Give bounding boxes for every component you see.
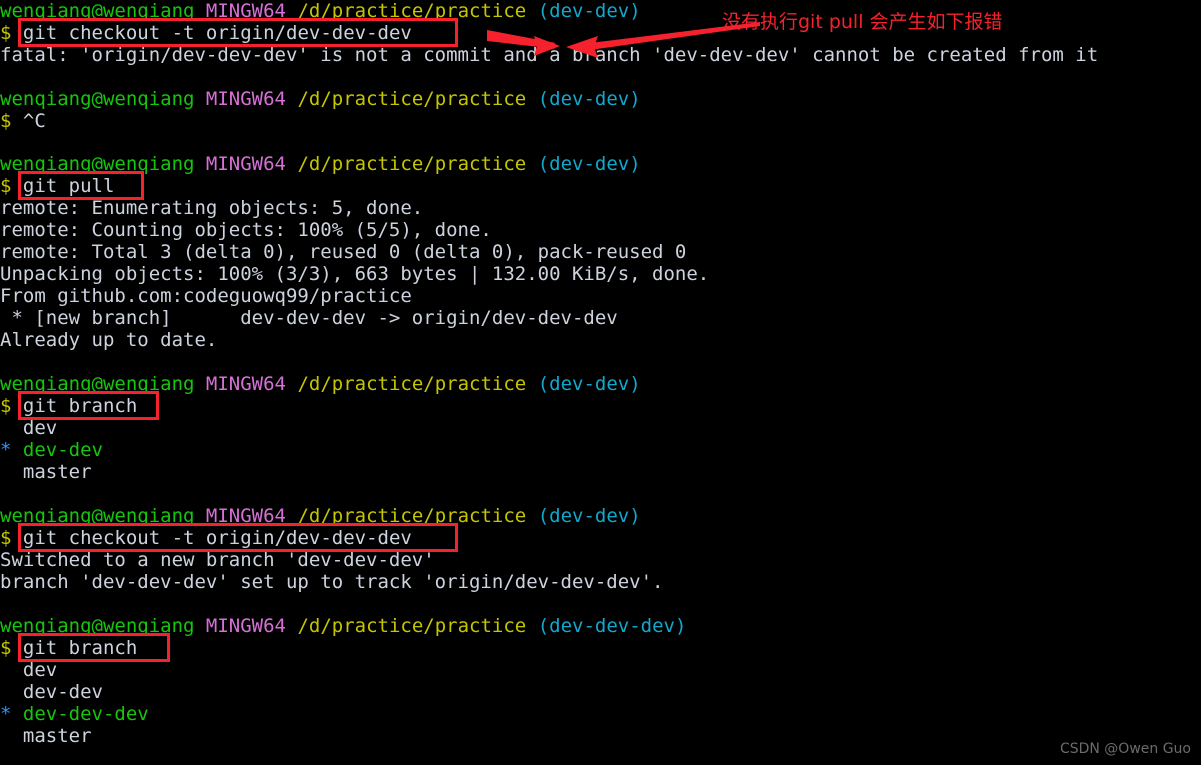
output-line: branch 'dev-dev-dev' set up to track 'or… xyxy=(0,571,664,593)
branch-list-item: master xyxy=(0,461,92,483)
branch-name: dev-dev-dev xyxy=(22,703,149,725)
prompt-symbol: $ xyxy=(0,395,12,417)
prompt-branch: (dev-dev-dev) xyxy=(537,615,687,637)
prompt-path: /d/practice/practice xyxy=(297,373,527,395)
prompt-shell: MINGW64 xyxy=(205,0,286,22)
prompt-branch: (dev-dev) xyxy=(537,153,641,175)
prompt-path: /d/practice/practice xyxy=(297,615,527,637)
current-branch-star-icon: * xyxy=(0,439,12,461)
prompt-symbol: $ xyxy=(0,175,12,197)
command-gap xyxy=(11,22,22,44)
prompt-user: wenqiang@wenqiang xyxy=(0,505,195,527)
output-line: * [new branch] dev-dev-dev -> origin/dev… xyxy=(0,307,618,329)
prompt-space-2 xyxy=(286,0,297,22)
branch-name: dev-dev xyxy=(22,439,103,461)
prompt-user: wenqiang@wenqiang xyxy=(0,153,195,175)
branch-list-item-current: * dev-dev xyxy=(0,439,103,461)
prompt-space-1 xyxy=(194,153,205,175)
branch-list-item: master xyxy=(0,725,92,747)
output-line: remote: Enumerating objects: 5, done. xyxy=(0,197,424,219)
prompt-symbol: $ xyxy=(0,527,12,549)
command-text[interactable]: git checkout -t origin/dev-dev-dev xyxy=(23,527,412,549)
prompt-line: wenqiang@wenqiang MINGW64 /d/practice/pr… xyxy=(0,0,641,22)
prompt-user: wenqiang@wenqiang xyxy=(0,373,195,395)
output-line: remote: Counting objects: 100% (5/5), do… xyxy=(0,219,492,241)
branch-list-item: dev-dev xyxy=(0,681,103,703)
command-line[interactable]: $ git pull xyxy=(0,175,114,197)
prompt-line: wenqiang@wenqiang MINGW64 /d/practice/pr… xyxy=(0,505,641,527)
command-line[interactable]: $ ^C xyxy=(0,110,46,132)
prompt-path: /d/practice/practice xyxy=(297,0,527,22)
output-line: remote: Total 3 (delta 0), reused 0 (del… xyxy=(0,241,687,263)
command-gap xyxy=(11,395,22,417)
prompt-user: wenqiang@wenqiang xyxy=(0,88,195,110)
prompt-line: wenqiang@wenqiang MINGW64 /d/practice/pr… xyxy=(0,373,641,395)
prompt-space-1 xyxy=(194,88,205,110)
prompt-line: wenqiang@wenqiang MINGW64 /d/practice/pr… xyxy=(0,615,686,637)
branch-gap xyxy=(11,439,22,461)
prompt-space-2 xyxy=(286,615,297,637)
output-line: Switched to a new branch 'dev-dev-dev' xyxy=(0,549,435,571)
command-line[interactable]: $ git checkout -t origin/dev-dev-dev xyxy=(0,527,412,549)
prompt-user: wenqiang@wenqiang xyxy=(0,0,195,22)
prompt-space-1 xyxy=(194,505,205,527)
prompt-shell: MINGW64 xyxy=(205,505,286,527)
output-line: fatal: 'origin/dev-dev-dev' is not a com… xyxy=(0,44,1099,66)
prompt-line: wenqiang@wenqiang MINGW64 /d/practice/pr… xyxy=(0,88,641,110)
output-line: Unpacking objects: 100% (3/3), 663 bytes… xyxy=(0,263,710,285)
prompt-symbol: $ xyxy=(0,110,12,132)
command-gap xyxy=(11,110,22,132)
prompt-branch: (dev-dev) xyxy=(537,0,641,22)
prompt-space-3 xyxy=(526,0,537,22)
prompt-space-3 xyxy=(526,505,537,527)
prompt-shell: MINGW64 xyxy=(205,373,286,395)
prompt-path: /d/practice/practice xyxy=(297,505,527,527)
prompt-space-3 xyxy=(526,88,537,110)
prompt-path: /d/practice/practice xyxy=(297,153,527,175)
prompt-space-2 xyxy=(286,505,297,527)
prompt-branch: (dev-dev) xyxy=(537,373,641,395)
prompt-path: /d/practice/practice xyxy=(297,88,527,110)
branch-list-item-current: * dev-dev-dev xyxy=(0,703,149,725)
branch-list-item: dev xyxy=(0,659,58,681)
prompt-shell: MINGW64 xyxy=(205,615,286,637)
command-gap xyxy=(11,637,22,659)
prompt-space-1 xyxy=(194,615,205,637)
prompt-space-3 xyxy=(526,373,537,395)
command-line[interactable]: $ git branch xyxy=(0,637,137,659)
prompt-branch: (dev-dev) xyxy=(537,88,641,110)
prompt-line: wenqiang@wenqiang MINGW64 /d/practice/pr… xyxy=(0,153,641,175)
prompt-user: wenqiang@wenqiang xyxy=(0,615,195,637)
branch-gap xyxy=(11,703,22,725)
prompt-space-2 xyxy=(286,373,297,395)
command-gap xyxy=(11,527,22,549)
prompt-shell: MINGW64 xyxy=(205,88,286,110)
current-branch-star-icon: * xyxy=(0,703,12,725)
prompt-space-1 xyxy=(194,0,205,22)
prompt-branch: (dev-dev) xyxy=(537,505,641,527)
prompt-space-3 xyxy=(526,153,537,175)
prompt-space-2 xyxy=(286,153,297,175)
prompt-shell: MINGW64 xyxy=(205,153,286,175)
command-text[interactable]: git branch xyxy=(23,395,137,417)
terminal-window[interactable]: wenqiang@wenqiang MINGW64 /d/practice/pr… xyxy=(0,0,1201,765)
command-text[interactable]: ^C xyxy=(23,110,46,132)
command-text[interactable]: git checkout -t origin/dev-dev-dev xyxy=(23,22,412,44)
command-line[interactable]: $ git branch xyxy=(0,395,137,417)
command-gap xyxy=(11,175,22,197)
output-line: From github.com:codeguowq99/practice xyxy=(0,285,412,307)
prompt-symbol: $ xyxy=(0,22,12,44)
command-text[interactable]: git pull xyxy=(23,175,115,197)
prompt-space-2 xyxy=(286,88,297,110)
watermark: CSDN @Owen Guo xyxy=(1059,741,1191,757)
prompt-space-3 xyxy=(526,615,537,637)
command-text[interactable]: git branch xyxy=(23,637,137,659)
prompt-symbol: $ xyxy=(0,637,12,659)
output-line: Already up to date. xyxy=(0,329,218,351)
prompt-space-1 xyxy=(194,373,205,395)
command-line[interactable]: $ git checkout -t origin/dev-dev-dev xyxy=(0,22,412,44)
annotation-note: 没有执行git pull 会产生如下报错 xyxy=(722,11,1003,33)
branch-list-item: dev xyxy=(0,417,58,439)
